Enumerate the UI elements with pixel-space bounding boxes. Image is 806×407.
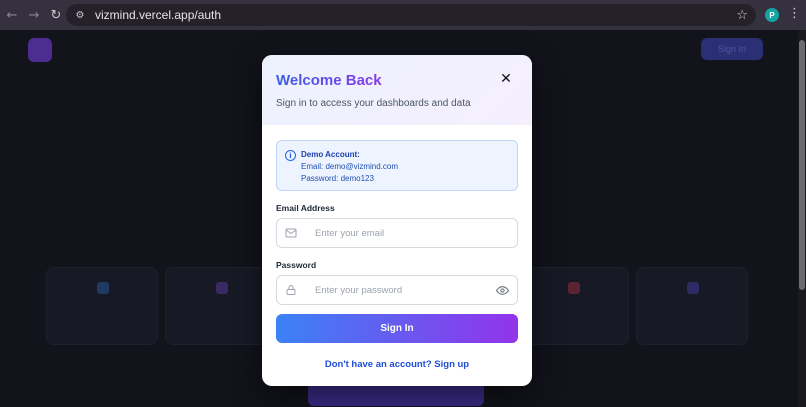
lock-icon	[286, 285, 296, 295]
info-icon: i	[285, 150, 296, 161]
demo-password: Password: demo123	[301, 174, 374, 183]
feature-card	[517, 267, 629, 345]
feature-card	[636, 267, 748, 345]
scrollbar-thumb[interactable]	[799, 40, 805, 290]
reload-icon[interactable]: ↻	[45, 4, 67, 26]
demo-title: Demo Account:	[301, 150, 360, 159]
feature-card	[46, 267, 158, 345]
signin-modal: Welcome Back Sign in to access your dash…	[262, 55, 532, 386]
browser-toolbar: ← → ↻ ⚙ vizmind.vercel.app/auth ☆ P ⋮	[0, 0, 806, 30]
modal-header: Welcome Back Sign in to access your dash…	[262, 55, 532, 125]
back-icon[interactable]: ←	[1, 4, 23, 26]
email-field[interactable]: Enter your email	[276, 218, 518, 248]
modal-subtitle: Sign in to access your dashboards and da…	[276, 98, 471, 109]
mail-icon	[285, 228, 297, 238]
demo-email: Email: demo@vizmind.com	[301, 162, 399, 171]
app-logo	[28, 38, 52, 62]
kebab-menu-icon[interactable]: ⋮	[788, 6, 801, 21]
close-icon[interactable]: ✕	[498, 71, 514, 87]
password-label: Password	[276, 260, 317, 270]
url-text[interactable]: vizmind.vercel.app/auth	[95, 8, 221, 22]
eye-icon[interactable]	[496, 285, 509, 296]
address-bar[interactable]: ⚙ vizmind.vercel.app/auth ☆	[66, 4, 756, 26]
password-placeholder[interactable]: Enter your password	[315, 285, 402, 296]
modal-title: Welcome Back	[276, 72, 382, 89]
forward-icon[interactable]: →	[23, 4, 45, 26]
background-signin-button: Sign In	[701, 38, 763, 60]
feature-card	[165, 267, 277, 345]
password-field[interactable]: Enter your password	[276, 275, 518, 305]
profile-avatar[interactable]: P	[765, 8, 779, 22]
site-settings-icon[interactable]: ⚙	[73, 8, 87, 22]
star-icon[interactable]: ☆	[736, 8, 748, 23]
email-label: Email Address	[276, 203, 335, 213]
email-placeholder[interactable]: Enter your email	[315, 228, 384, 239]
demo-account-box: i Demo Account: Email: demo@vizmind.com …	[276, 140, 518, 191]
signup-link[interactable]: Don't have an account? Sign up	[262, 359, 532, 370]
signin-button[interactable]: Sign In	[276, 314, 518, 343]
